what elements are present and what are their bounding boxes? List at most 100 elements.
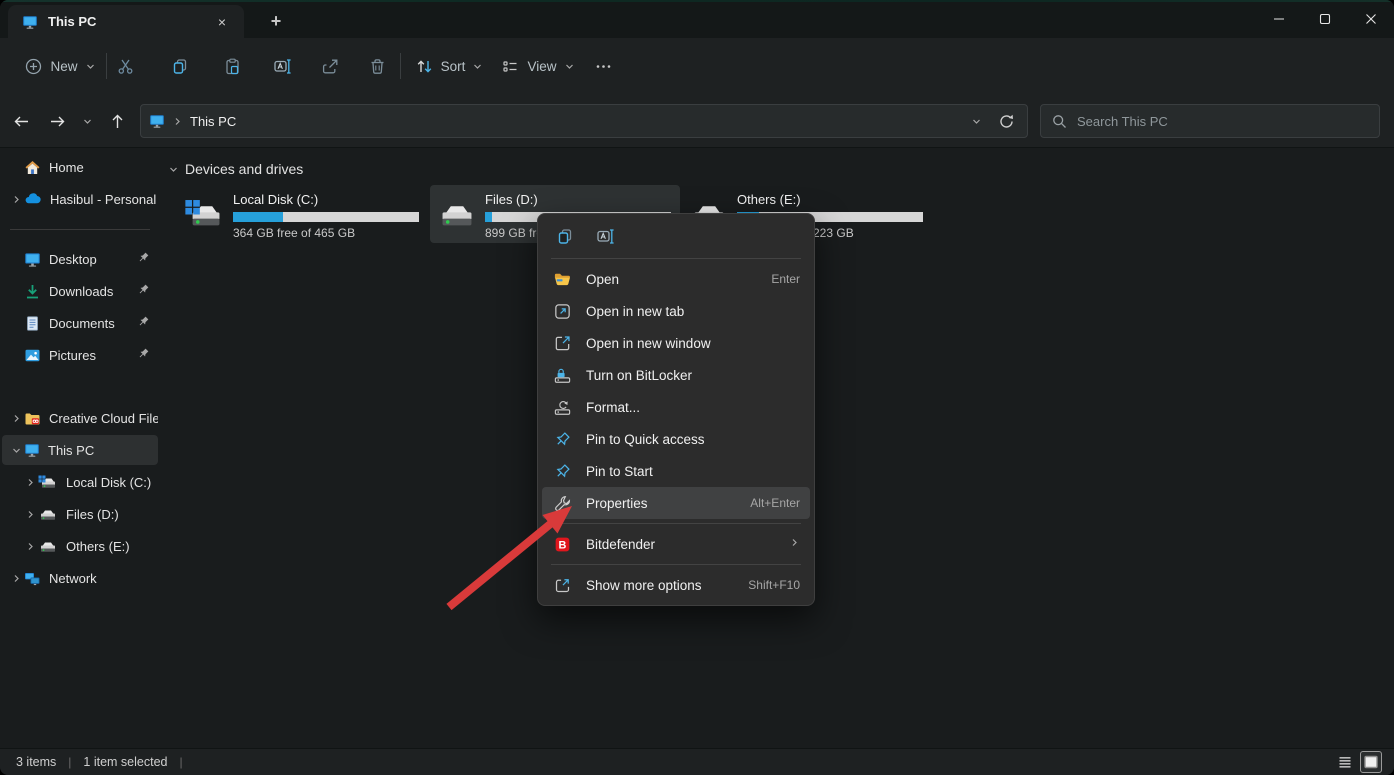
menu-item-turn-on-bitlocker[interactable]: Turn on BitLocker xyxy=(542,359,810,391)
address-bar[interactable]: This PC xyxy=(140,104,1028,138)
forward-button[interactable] xyxy=(40,104,74,138)
back-button[interactable] xyxy=(4,104,38,138)
copy-button[interactable] xyxy=(160,46,200,86)
tab-close-icon[interactable]: × xyxy=(210,10,234,34)
see-more-button[interactable] xyxy=(585,46,621,86)
sidebar-item-label: Home xyxy=(49,160,158,175)
sidebar-item-this-pc[interactable]: This PC xyxy=(2,435,158,465)
close-icon[interactable] xyxy=(1348,0,1394,38)
open-new-window-icon xyxy=(552,334,572,353)
sort-button[interactable]: Sort xyxy=(410,46,488,86)
thumbnails-view-button[interactable] xyxy=(1360,751,1382,773)
chevron-down-icon xyxy=(85,61,96,72)
format-icon xyxy=(552,398,572,417)
chevron-right-icon[interactable] xyxy=(22,477,38,488)
sidebar-item-downloads[interactable]: Downloads xyxy=(2,276,158,306)
sidebar-item-creative-cloud-files[interactable]: Creative Cloud Files xyxy=(2,403,158,433)
breadcrumb-chevron-icon xyxy=(172,116,183,127)
tab-this-pc[interactable]: This PC × xyxy=(8,5,244,38)
context-menu: OpenEnter Open in new tab Open in new wind… xyxy=(537,213,815,606)
sidebar-item-others-e[interactable]: Others (E:) xyxy=(2,531,158,561)
menu-item-shortcut: Enter xyxy=(771,272,800,286)
status-divider: | xyxy=(180,755,183,769)
up-button[interactable] xyxy=(100,104,134,138)
drive-name: Files (D:) xyxy=(485,191,674,207)
creative-cloud-icon xyxy=(24,410,41,427)
address-dropdown-icon[interactable] xyxy=(971,116,982,127)
section-devices-and-drives[interactable]: Devices and drives xyxy=(168,161,303,177)
forward-icon xyxy=(48,112,67,131)
menu-item-open-in-new-window[interactable]: Open in new window xyxy=(542,327,810,359)
sort-button-label: Sort xyxy=(441,59,466,74)
new-button[interactable]: New xyxy=(14,46,106,86)
sidebar-item-hasibul-personal[interactable]: Hasibul - Personal xyxy=(2,184,158,214)
chevron-down-icon[interactable] xyxy=(8,445,24,456)
chevron-right-icon[interactable] xyxy=(8,194,24,205)
folder-open-icon xyxy=(552,270,572,289)
recent-locations-button[interactable] xyxy=(74,104,100,138)
sidebar-item-pictures[interactable]: Pictures xyxy=(2,340,158,370)
new-tab-button[interactable]: + xyxy=(262,7,290,35)
drive-icon xyxy=(38,507,58,522)
menu-item-open[interactable]: OpenEnter xyxy=(542,263,810,295)
sidebar-item-label: Network xyxy=(49,571,158,586)
section-title: Devices and drives xyxy=(185,161,303,177)
menu-item-pin-to-start[interactable]: Pin to Start xyxy=(542,455,810,487)
menu-item-open-in-new-tab[interactable]: Open in new tab xyxy=(542,295,810,327)
bitdefender-icon: B xyxy=(552,535,572,554)
rename-quick-button[interactable] xyxy=(588,221,622,251)
search-box[interactable] xyxy=(1040,104,1380,138)
sidebar-item-network[interactable]: Network xyxy=(2,563,158,593)
search-icon xyxy=(1051,113,1068,130)
chevron-right-icon[interactable] xyxy=(22,509,38,520)
tab-title: This PC xyxy=(48,14,200,29)
pictures-icon xyxy=(24,347,41,364)
sidebar-item-documents[interactable]: Documents xyxy=(2,308,158,338)
paste-button[interactable] xyxy=(212,46,252,86)
chevron-right-icon[interactable] xyxy=(8,573,24,584)
menu-item-label: Properties xyxy=(586,496,750,511)
details-view-button[interactable] xyxy=(1334,751,1356,773)
chevron-right-icon[interactable] xyxy=(22,541,38,552)
cut-button[interactable] xyxy=(105,46,145,86)
toolbar: New Sort View xyxy=(0,38,1394,94)
share-button[interactable] xyxy=(310,46,350,86)
copy-quick-button[interactable] xyxy=(548,221,582,251)
menu-item-properties[interactable]: PropertiesAlt+Enter xyxy=(542,487,810,519)
delete-button[interactable] xyxy=(357,46,397,86)
minimize-icon[interactable] xyxy=(1256,0,1302,38)
drive-name: Others (E:) xyxy=(737,191,926,207)
tab-bar: This PC × + xyxy=(0,0,1394,38)
copy-icon xyxy=(556,227,575,246)
menu-item-pin-to-quick-access[interactable]: Pin to Quick access xyxy=(542,423,810,455)
new-button-label: New xyxy=(50,59,77,74)
sidebar-item-desktop[interactable]: Desktop xyxy=(2,244,158,274)
rename-button[interactable] xyxy=(262,46,302,86)
drive-tile-local-disk-c[interactable]: Local Disk (C:) 364 GB free of 465 GB xyxy=(178,185,428,243)
view-toggles xyxy=(1334,751,1382,773)
menu-item-show-more-options[interactable]: Show more optionsShift+F10 xyxy=(542,569,810,601)
chevron-down-icon xyxy=(82,116,93,127)
menu-item-bitdefender[interactable]: BBitdefender xyxy=(542,528,810,560)
menu-item-shortcut: Alt+Enter xyxy=(750,496,800,510)
rename-icon xyxy=(273,57,292,76)
search-input[interactable] xyxy=(1077,114,1369,129)
delete-icon xyxy=(368,57,387,76)
menu-item-label: Open in new tab xyxy=(586,304,800,319)
open-new-tab-icon xyxy=(552,302,572,321)
plus-circle-icon xyxy=(24,57,43,76)
drive-free-space: 364 GB free of 465 GB xyxy=(233,226,422,240)
drive-name: Local Disk (C:) xyxy=(233,191,422,207)
chevron-right-icon[interactable] xyxy=(8,413,24,424)
home-icon xyxy=(24,159,41,176)
sidebar-item-local-disk-c[interactable]: Local Disk (C:) xyxy=(2,467,158,497)
sidebar-item-home[interactable]: Home xyxy=(2,152,158,182)
sidebar-item-files-d[interactable]: Files (D:) xyxy=(2,499,158,529)
view-button[interactable]: View xyxy=(496,46,580,86)
breadcrumb: This PC xyxy=(190,114,964,129)
menu-item-format[interactable]: Format... xyxy=(542,391,810,423)
toolbar-separator xyxy=(400,53,401,79)
refresh-icon[interactable] xyxy=(998,113,1015,130)
maximize-icon[interactable] xyxy=(1302,0,1348,38)
capacity-bar-fill xyxy=(485,212,492,222)
